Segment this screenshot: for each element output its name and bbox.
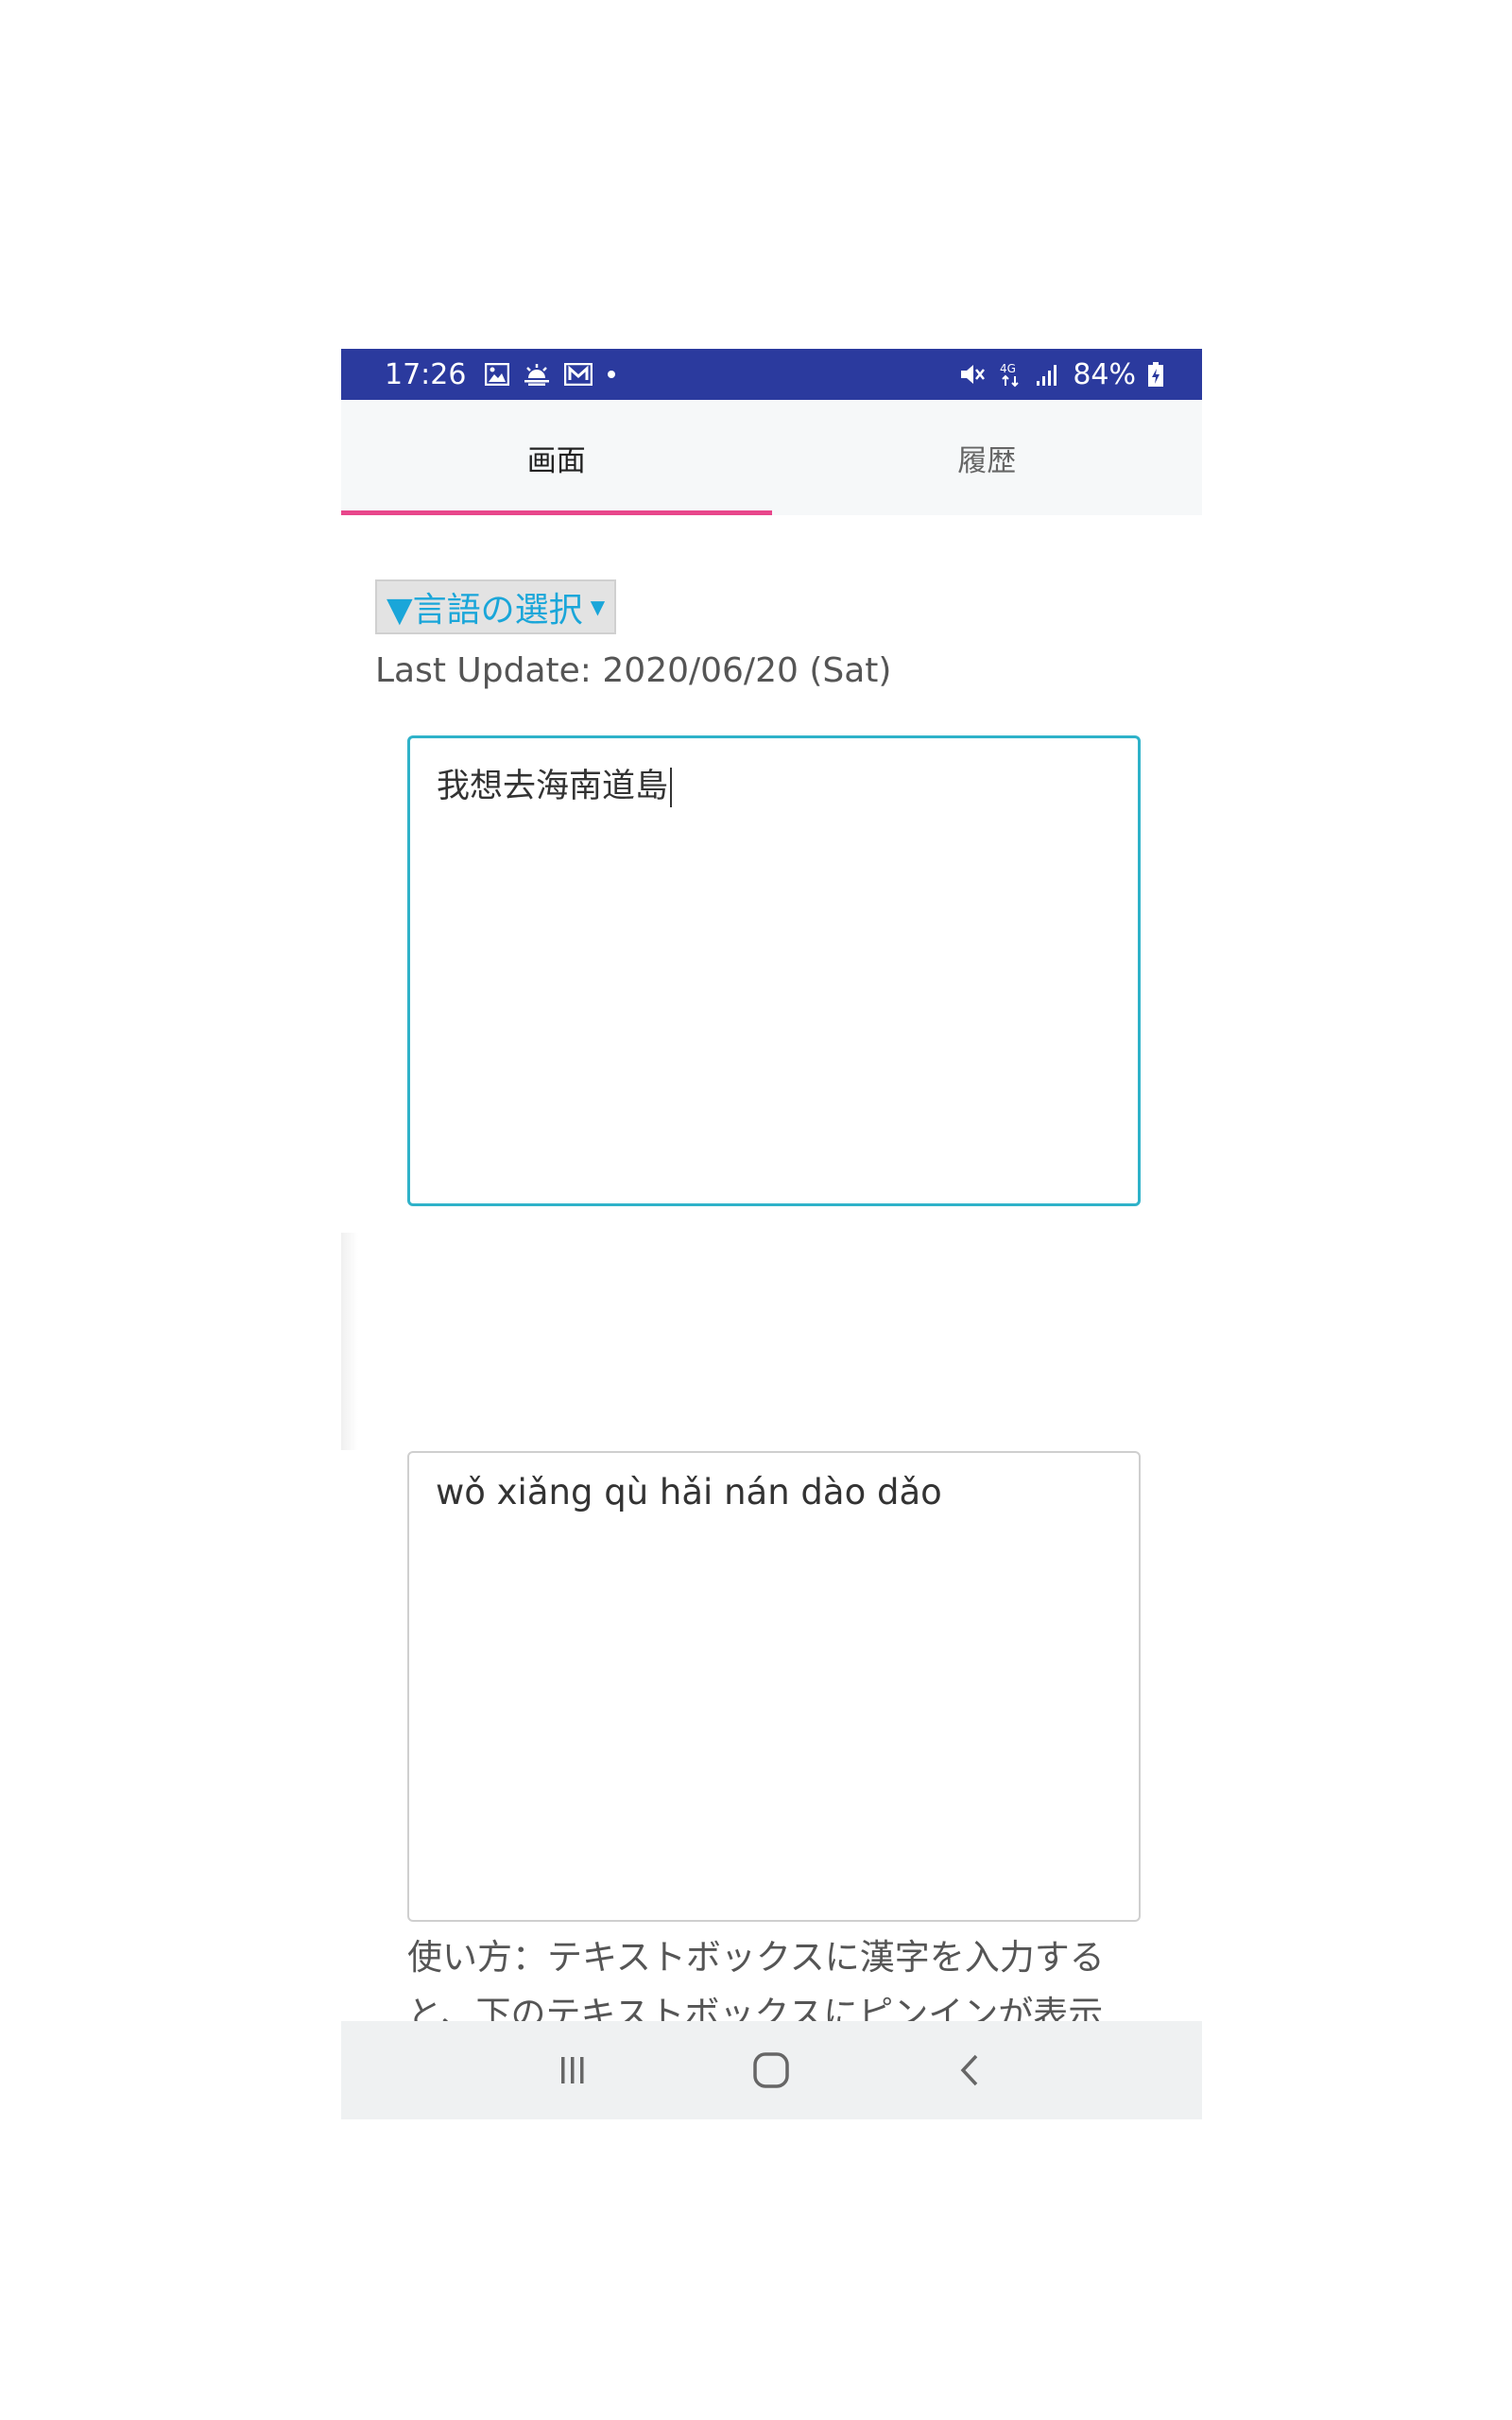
battery-percent: 84%	[1073, 357, 1136, 391]
language-select[interactable]: ▼言語の選択 ▼	[375, 579, 617, 634]
status-right: 4G 84%	[959, 349, 1164, 400]
home-icon[interactable]	[733, 2032, 809, 2108]
navigation-bar	[341, 2021, 1202, 2119]
active-tab-indicator	[341, 510, 772, 515]
usage-line-2: と、下のテキストボックスにピンインが表示	[407, 1994, 1104, 2024]
svg-text:4G: 4G	[1000, 362, 1016, 375]
usage-text: 使い方：テキストボックスに漢字を入力する と、下のテキストボックスにピンインが表…	[407, 1929, 1144, 2024]
pinyin-output[interactable]: wǒ xiǎng qù hǎi nán dào dǎo	[407, 1451, 1141, 1922]
status-left: 17:26	[385, 349, 617, 400]
back-icon[interactable]	[933, 2032, 1008, 2108]
signal-icon	[1035, 362, 1061, 387]
mail-icon	[564, 363, 593, 386]
tab-screen-label: 画面	[526, 443, 586, 478]
network-4g-icon: 4G	[999, 361, 1023, 388]
hanzi-input[interactable]: 我想去海南道島	[407, 735, 1141, 1206]
language-select-label: ▼言語の選択	[387, 591, 583, 630]
dropdown-caret-icon: ▼	[590, 596, 606, 618]
tab-history-label: 履歴	[957, 443, 1017, 478]
tab-history[interactable]: 履歴	[772, 400, 1203, 515]
phone-screen: 17:26 4G 84% 画面 履歴 ▼言語の選択 ▼ Last Update:…	[341, 349, 1202, 2119]
tab-bar: 画面 履歴	[341, 400, 1202, 515]
recent-apps-icon[interactable]	[535, 2032, 610, 2108]
status-time: 17:26	[385, 357, 467, 391]
dot-icon	[606, 369, 617, 380]
edge-shadow	[341, 1233, 358, 1450]
last-update-text: Last Update: 2020/06/20 (Sat)	[375, 651, 892, 690]
image-icon	[485, 363, 510, 386]
hanzi-input-value: 我想去海南道島	[437, 768, 669, 805]
pinyin-output-value: wǒ xiǎng qù hǎi nán dào dǎo	[436, 1472, 942, 1512]
status-bar: 17:26 4G 84%	[341, 349, 1202, 400]
tab-screen[interactable]: 画面	[341, 400, 772, 515]
text-cursor	[670, 768, 673, 807]
battery-icon	[1147, 361, 1164, 388]
usage-line-1: 使い方：テキストボックスに漢字を入力する	[407, 1937, 1105, 1978]
weather-icon	[523, 363, 551, 386]
mute-icon	[959, 362, 988, 387]
